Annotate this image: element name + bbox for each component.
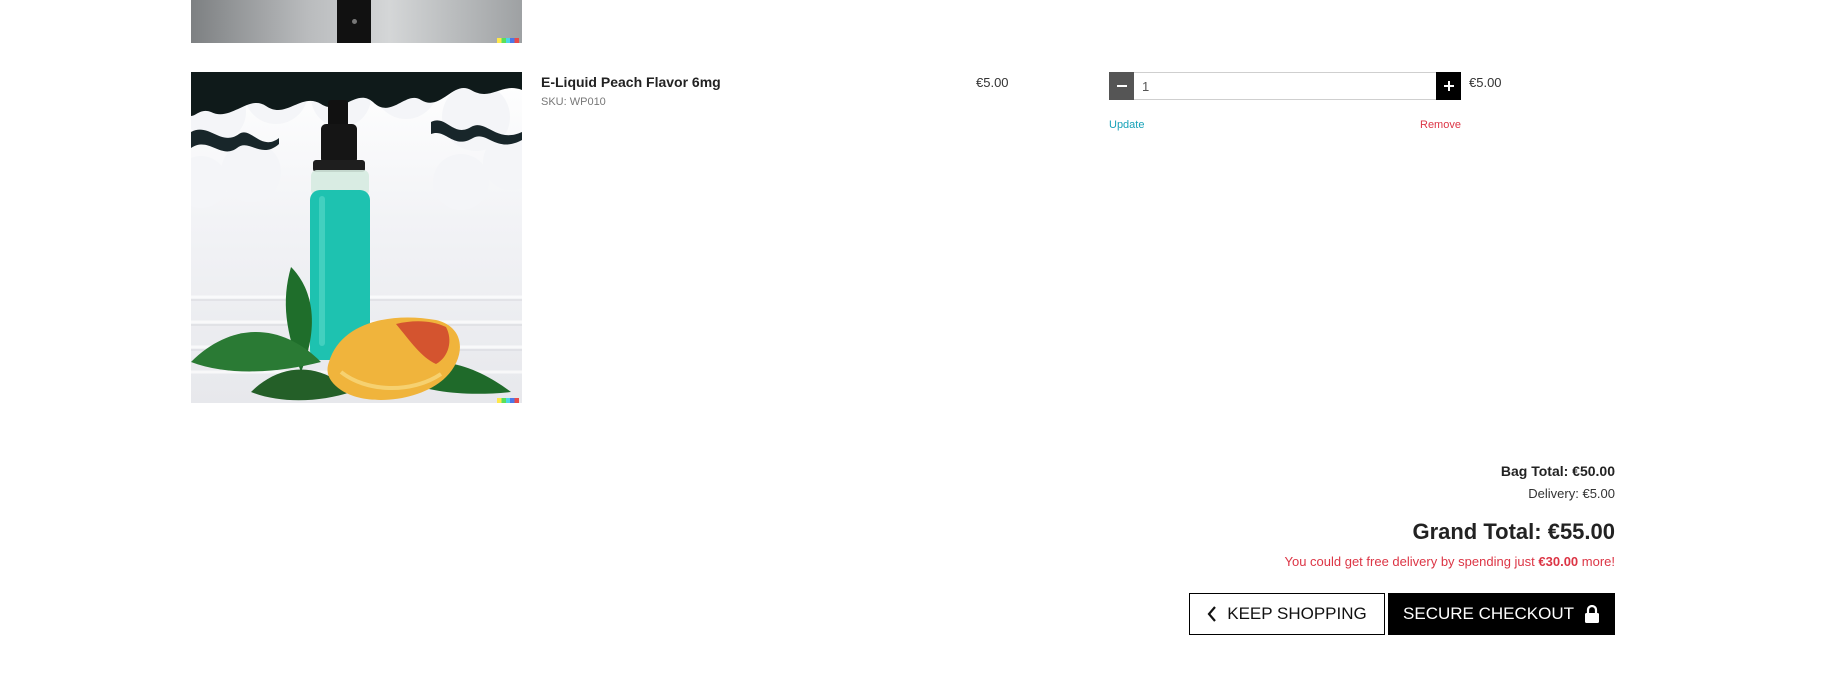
vape-device-shape [337,0,371,43]
item-sku: SKU: WP010 [541,96,606,108]
quantity-input[interactable] [1134,72,1436,100]
peach-eliquid-bottle-image [191,72,522,401]
order-totals: Bag Total: €50.00 Delivery: €5.00 Grand … [1284,462,1615,570]
image-watermark [497,398,519,403]
product-image [191,72,522,403]
grand-total: Grand Total: €55.00 [1412,519,1615,544]
free-delivery-prefix: You could get free delivery by spending … [1284,554,1539,569]
lock-icon [1584,605,1600,623]
update-quantity-link[interactable]: Update [1109,119,1144,131]
shopping-bag-page: E-Liquid Peach Flavor 6mg SKU: WP010 €5.… [0,0,1821,674]
image-watermark [497,38,519,43]
secure-checkout-label: SECURE CHECKOUT [1403,604,1574,623]
delivery-cost: Delivery: €5.00 [1528,486,1615,501]
item-name: E-Liquid Peach Flavor 6mg [541,74,721,90]
keep-shopping-label: KEEP SHOPPING [1227,604,1367,623]
increment-quantity-button[interactable] [1436,72,1461,100]
bag-total: Bag Total: €50.00 [1500,463,1615,479]
minus-icon [1116,81,1127,91]
keep-shopping-button[interactable]: KEEP SHOPPING [1189,593,1385,635]
free-delivery-message: You could get free delivery by spending … [1284,554,1615,570]
previous-product-image [191,0,522,43]
remove-item-link[interactable]: Remove [1420,119,1461,131]
free-delivery-amount: €30.00 [1538,554,1579,569]
chevron-left-icon [1207,606,1217,622]
item-subtotal: €5.00 [1469,75,1502,90]
item-price: €5.00 [976,75,1009,90]
quantity-stepper [1109,72,1461,100]
free-delivery-suffix: more! [1578,554,1615,569]
decrement-quantity-button[interactable] [1109,72,1134,100]
secure-checkout-button[interactable]: SECURE CHECKOUT [1388,593,1615,635]
plus-icon [1443,81,1454,91]
